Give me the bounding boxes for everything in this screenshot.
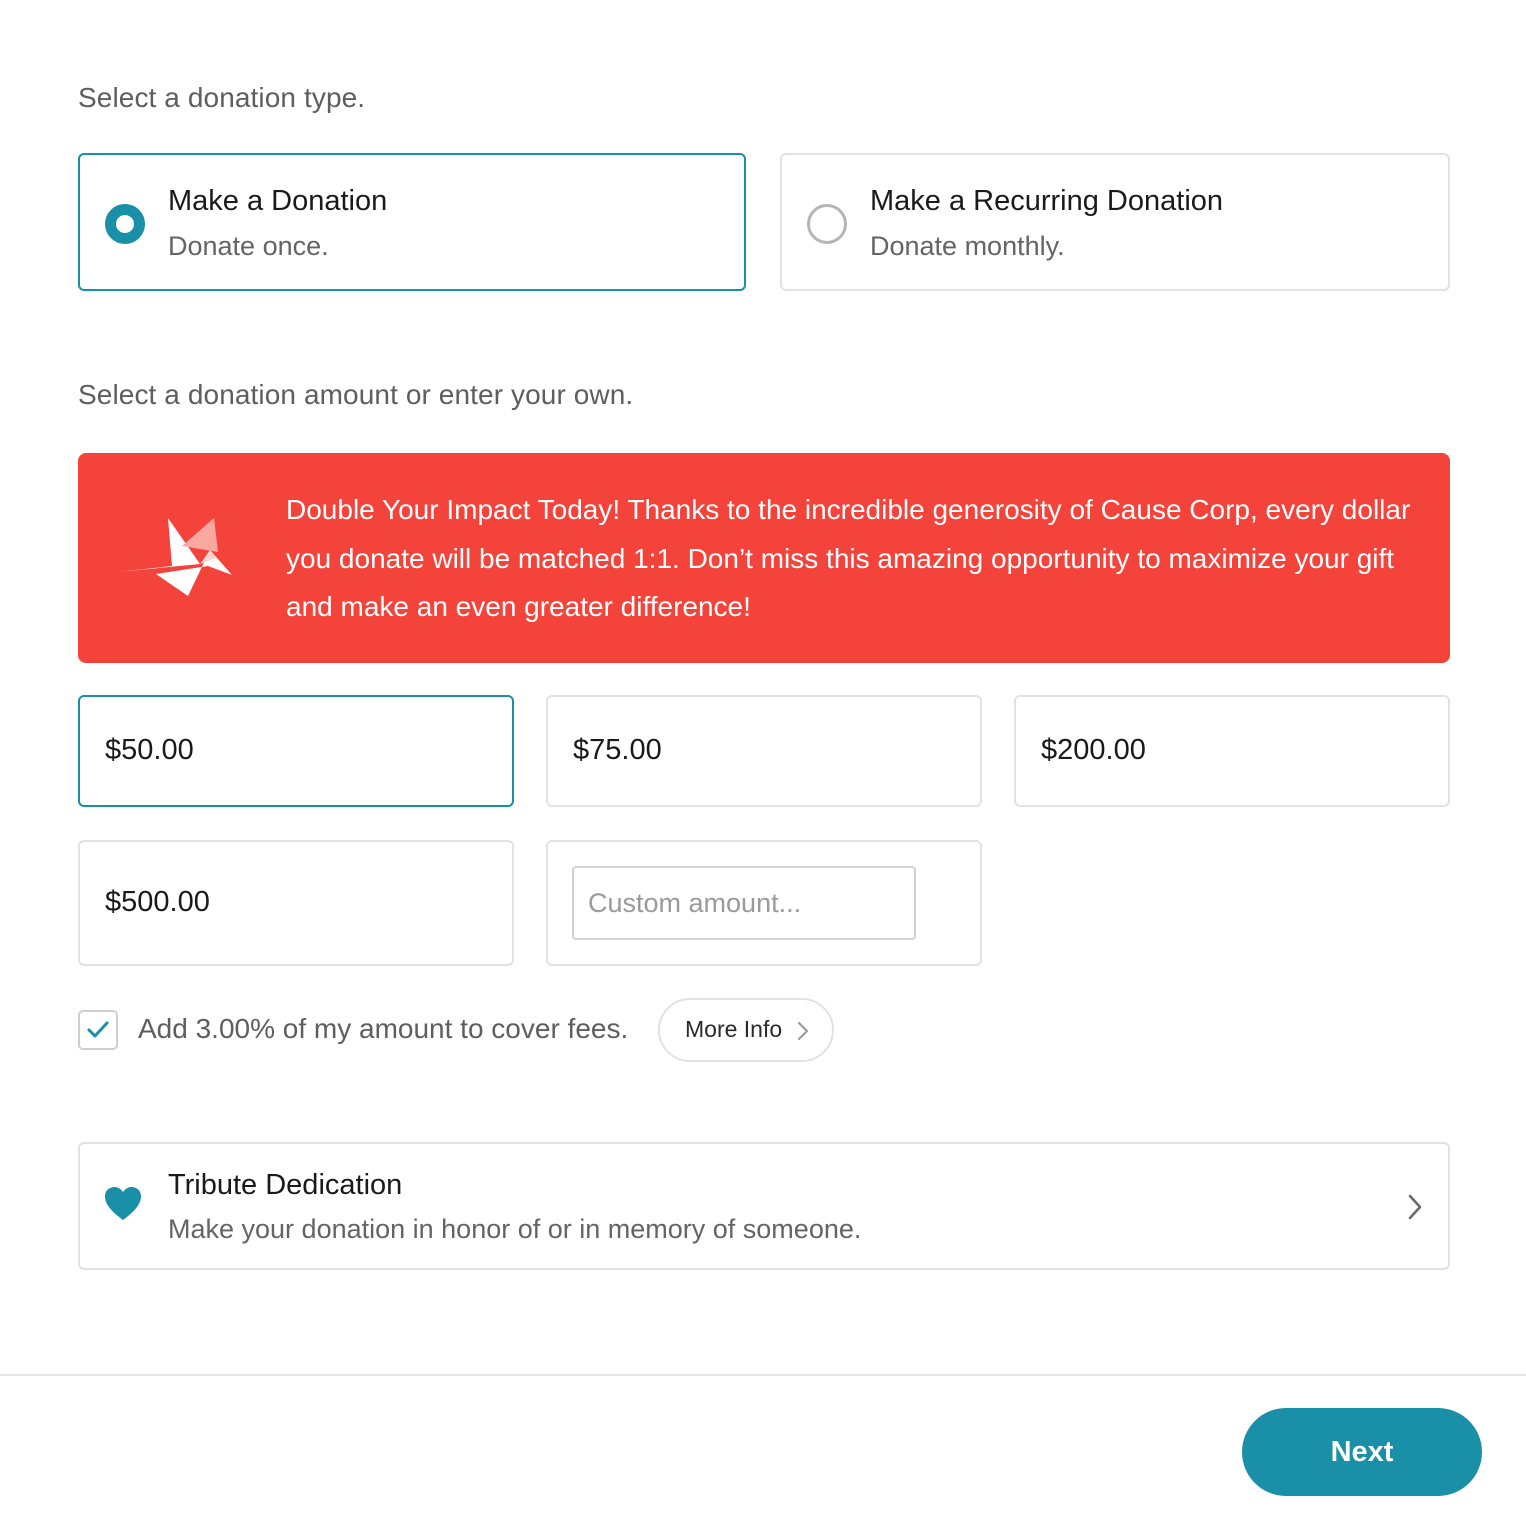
chevron-right-icon [1408,1194,1422,1220]
amount-label: $75.00 [573,734,662,766]
chevron-right-icon [797,1021,809,1041]
custom-amount-input[interactable] [572,866,916,940]
heart-icon [105,1187,141,1220]
donation-amount-prompt: Select a donation amount or enter your o… [78,379,634,410]
cover-fees-label: Add 3.00% of my amount to cover fees. [138,1013,629,1044]
tribute-subtitle: Make your donation in honor of or in mem… [168,1214,862,1244]
more-info-button[interactable]: More Info [658,998,834,1062]
option-title: Make a Donation [168,185,388,217]
donation-type-prompt: Select a donation type. [78,82,366,113]
cover-fees-checkbox[interactable] [78,1010,118,1050]
recurring-donation-option[interactable]: Make a Recurring Donation Donate monthly… [780,153,1450,291]
one-time-donation-option[interactable]: Make a Donation Donate once. [78,153,746,291]
checkmark-icon [87,1021,109,1038]
option-subtitle: Donate monthly. [870,231,1065,261]
amount-option-500[interactable]: $500.00 [78,840,514,966]
next-button[interactable]: Next [1242,1408,1482,1496]
tribute-dedication-card[interactable]: Tribute Dedication Make your donation in… [78,1142,1450,1270]
more-info-label: More Info [685,1016,783,1042]
amount-label: $50.00 [105,734,194,766]
origami-bird-icon [118,518,232,596]
matching-gift-text: Double Your Impact Today! Thanks to the … [286,494,1411,622]
amount-label: $500.00 [105,886,210,918]
amount-option-75[interactable]: $75.00 [546,695,982,807]
option-title: Make a Recurring Donation [870,185,1224,217]
amount-option-50[interactable]: $50.00 [78,695,514,807]
radio-selected-icon[interactable] [105,204,145,244]
option-subtitle: Donate once. [168,231,329,261]
radio-unselected-icon[interactable] [807,204,847,244]
tribute-title: Tribute Dedication [168,1169,403,1201]
footer-divider [0,1374,1526,1376]
custom-amount-card [546,840,982,966]
amount-label: $200.00 [1041,734,1146,766]
amount-option-200[interactable]: $200.00 [1014,695,1450,807]
